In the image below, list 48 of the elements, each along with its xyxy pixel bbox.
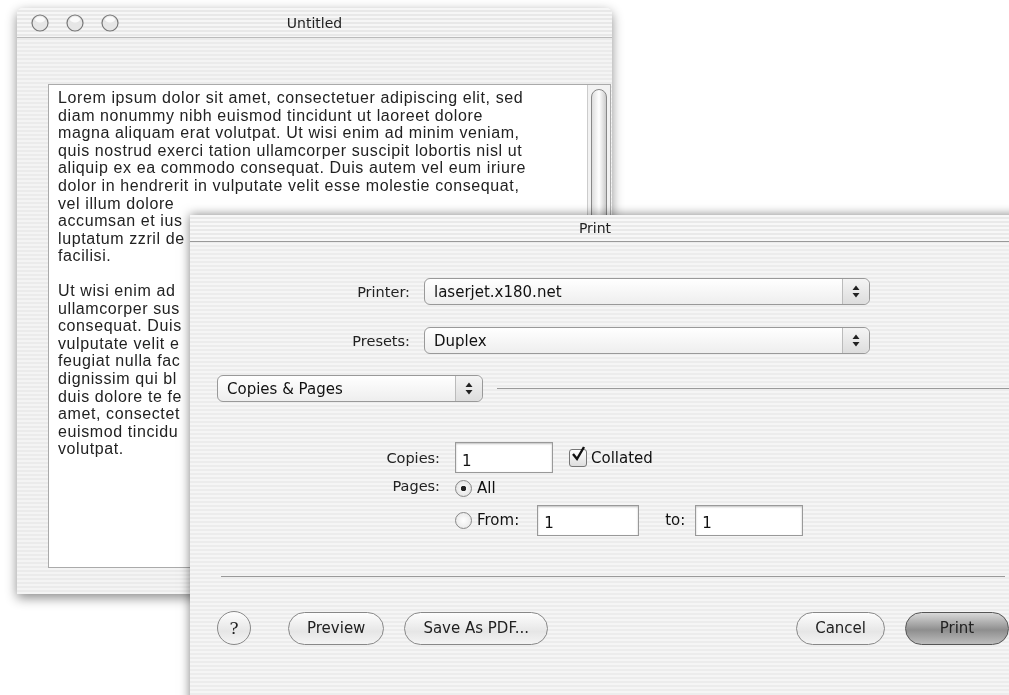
text-line: quis nostrud exerci tation ullamcorper suscipit lobortis nisl ut [58, 141, 523, 160]
window-control-icon[interactable] [31, 13, 49, 32]
copies-field[interactable]: 1 [455, 442, 553, 473]
button[interactable]: Preview [288, 611, 385, 645]
collated-checkbox[interactable]: Collated [569, 448, 653, 467]
text-line: luptatum zzril de [58, 229, 185, 248]
text-line: dolor in hendrerit in vulputate velit esse molestie consequat, [58, 176, 520, 195]
text-line: diam nonummy nibh euismod tincidunt ut laoreet dolore [58, 106, 483, 125]
printer-popup[interactable]: laserjet.x180.net [424, 278, 870, 305]
copies-label: Copies: [385, 449, 440, 466]
window-control-icon[interactable] [66, 13, 84, 32]
printer-label: Printer: [356, 283, 410, 300]
text-line: euismod tincidu [58, 422, 179, 441]
window-control-icon[interactable] [101, 13, 119, 32]
help-button[interactable]: ? [217, 611, 251, 645]
text-line: magna aliquam erat volutpat. Ut wisi enim ad minim veniam, [58, 124, 520, 142]
section-popup[interactable]: Copies & Pages [217, 375, 483, 402]
text-line: vulputate velit e [58, 334, 180, 353]
presets-popup[interactable]: Duplex [424, 327, 870, 354]
radio-button[interactable]: All [455, 479, 496, 497]
text-line: volutpat. [58, 440, 124, 458]
presets-label: Presets: [351, 332, 410, 349]
text-line: feugiat nulla fac [58, 352, 181, 370]
text-line: Ut wisi enim ad [58, 281, 176, 300]
checkmark-icon [570, 445, 586, 462]
text-line: facilisi. [58, 247, 112, 265]
button[interactable]: Cancel [796, 611, 885, 645]
text-line: Lorem ipsum dolor sit amet, consectetuer adipiscing elit, sed [58, 89, 524, 107]
from-field[interactable]: 1 [537, 504, 640, 536]
to-label: to: [665, 511, 686, 529]
text-line: aliquip ex ea commodo consequat. Duis autem vel eum iriure [58, 159, 526, 177]
up-down-arrows-icon [842, 279, 869, 304]
text-line: amet, consectet [58, 405, 180, 423]
up-down-arrows-icon [455, 376, 482, 401]
text-line: ullamcorper sus [58, 299, 180, 318]
radio-button[interactable]: From: [455, 511, 520, 529]
up-down-arrows-icon [842, 328, 869, 353]
text-line: vel illum dolore [58, 194, 175, 213]
text-line: accumsan et ius [58, 212, 183, 230]
text-line: dignissim qui bl [58, 369, 177, 388]
default-button[interactable]: Print [905, 611, 1009, 645]
to-field[interactable]: 1 [695, 504, 804, 536]
text-line: duis dolore te fe [58, 387, 183, 406]
window-title: Untitled [286, 14, 343, 31]
pages-label: Pages: [391, 478, 440, 494]
text-line: consequat. Duis [58, 317, 182, 335]
button[interactable]: Save As PDF... [404, 611, 548, 645]
dialog-title: Print [578, 220, 612, 236]
